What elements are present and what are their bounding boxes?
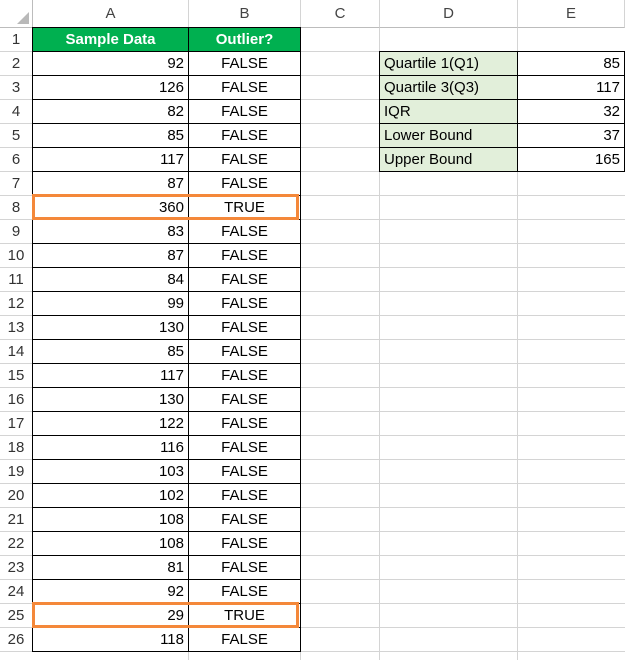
cell-d2-stat-label[interactable]: Quartile 1(Q1) [379, 51, 518, 76]
cell-a10[interactable]: 87 [32, 243, 189, 268]
cell-b24[interactable]: FALSE [188, 579, 301, 604]
cell-b8[interactable]: TRUE [188, 195, 301, 220]
cell-b16[interactable]: FALSE [188, 387, 301, 412]
cell-a12[interactable]: 99 [32, 291, 189, 316]
cell-b22[interactable]: FALSE [188, 531, 301, 556]
row-header-8[interactable]: 8 [0, 196, 33, 220]
cell-b15[interactable]: FALSE [188, 363, 301, 388]
column-header-a[interactable]: A [33, 0, 189, 28]
column-header-c[interactable]: C [301, 0, 380, 28]
cell-a6[interactable]: 117 [32, 147, 189, 172]
column-header-e[interactable]: E [518, 0, 625, 28]
cell-a11[interactable]: 84 [32, 267, 189, 292]
cell-e3-stat-value[interactable]: 117 [517, 75, 625, 100]
row-header-22[interactable]: 22 [0, 532, 33, 556]
cell-a5[interactable]: 85 [32, 123, 189, 148]
row-header-19[interactable]: 19 [0, 460, 33, 484]
cell-b1-outlier-header[interactable]: Outlier? [188, 27, 301, 52]
cell-a8[interactable]: 360 [32, 195, 189, 220]
row-header-26[interactable]: 26 [0, 628, 33, 652]
row-header-13[interactable]: 13 [0, 316, 33, 340]
cell-b14[interactable]: FALSE [188, 339, 301, 364]
spreadsheet: ABCDE 1 2 3 4 5 6 7 8 9 10 11 12 13 14 15 16 17 18 19 20 21 2… [0, 0, 625, 660]
cell-b11[interactable]: FALSE [188, 267, 301, 292]
cell-a23[interactable]: 81 [32, 555, 189, 580]
row-header-15[interactable]: 15 [0, 364, 33, 388]
row-header-23[interactable]: 23 [0, 556, 33, 580]
row-header-6[interactable]: 6 [0, 148, 33, 172]
column-header-b[interactable]: B [189, 0, 301, 28]
cell-b13[interactable]: FALSE [188, 315, 301, 340]
cell-b12[interactable]: FALSE [188, 291, 301, 316]
row-header-11[interactable]: 11 [0, 268, 33, 292]
cell-a7[interactable]: 87 [32, 171, 189, 196]
cell-a15[interactable]: 117 [32, 363, 189, 388]
row-header-14[interactable]: 14 [0, 340, 33, 364]
select-all-corner[interactable] [0, 0, 33, 28]
cell-b3[interactable]: FALSE [188, 75, 301, 100]
cell-a18[interactable]: 116 [32, 435, 189, 460]
cell-a4[interactable]: 82 [32, 99, 189, 124]
cell-a13[interactable]: 130 [32, 315, 189, 340]
cell-e6-stat-value[interactable]: 165 [517, 147, 625, 172]
cell-b17[interactable]: FALSE [188, 411, 301, 436]
cell-a20[interactable]: 102 [32, 483, 189, 508]
cell-b18[interactable]: FALSE [188, 435, 301, 460]
row-header-10[interactable]: 10 [0, 244, 33, 268]
cell-a2[interactable]: 92 [32, 51, 189, 76]
cell-d6-stat-label[interactable]: Upper Bound [379, 147, 518, 172]
cell-a22[interactable]: 108 [32, 531, 189, 556]
cell-a9[interactable]: 83 [32, 219, 189, 244]
column-header-d[interactable]: D [380, 0, 518, 28]
row-header-25[interactable]: 25 [0, 604, 33, 628]
row-header-9[interactable]: 9 [0, 220, 33, 244]
cell-e2-stat-value[interactable]: 85 [517, 51, 625, 76]
row-header-16[interactable]: 16 [0, 388, 33, 412]
cell-d5-stat-label[interactable]: Lower Bound [379, 123, 518, 148]
row-header-2[interactable]: 2 [0, 52, 33, 76]
row-header-7[interactable]: 7 [0, 172, 33, 196]
cell-d4-stat-label[interactable]: IQR [379, 99, 518, 124]
row-header-12[interactable]: 12 [0, 292, 33, 316]
cell-b2[interactable]: FALSE [188, 51, 301, 76]
cell-a1-sample-data-header[interactable]: Sample Data [32, 27, 189, 52]
row-header-17[interactable]: 17 [0, 412, 33, 436]
cell-e4-stat-value[interactable]: 32 [517, 99, 625, 124]
cell-b5[interactable]: FALSE [188, 123, 301, 148]
cell-b25[interactable]: TRUE [188, 603, 301, 628]
cell-b9[interactable]: FALSE [188, 219, 301, 244]
cell-a17[interactable]: 122 [32, 411, 189, 436]
row-header-20[interactable]: 20 [0, 484, 33, 508]
cell-b19[interactable]: FALSE [188, 459, 301, 484]
cell-a26[interactable]: 118 [32, 627, 189, 652]
cell-b21[interactable]: FALSE [188, 507, 301, 532]
row-header-21[interactable]: 21 [0, 508, 33, 532]
cell-b6[interactable]: FALSE [188, 147, 301, 172]
row-header-24[interactable]: 24 [0, 580, 33, 604]
cell-b23[interactable]: FALSE [188, 555, 301, 580]
cell-a25[interactable]: 29 [32, 603, 189, 628]
select-all-triangle-icon [17, 12, 29, 24]
cell-b10[interactable]: FALSE [188, 243, 301, 268]
cell-b20[interactable]: FALSE [188, 483, 301, 508]
cell-a19[interactable]: 103 [32, 459, 189, 484]
cell-a16[interactable]: 130 [32, 387, 189, 412]
cell-d3-stat-label[interactable]: Quartile 3(Q3) [379, 75, 518, 100]
row-header-4[interactable]: 4 [0, 100, 33, 124]
cell-e5-stat-value[interactable]: 37 [517, 123, 625, 148]
row-header-5[interactable]: 5 [0, 124, 33, 148]
cell-a3[interactable]: 126 [32, 75, 189, 100]
row-header-18[interactable]: 18 [0, 436, 33, 460]
cell-a14[interactable]: 85 [32, 339, 189, 364]
cell-a24[interactable]: 92 [32, 579, 189, 604]
cell-b7[interactable]: FALSE [188, 171, 301, 196]
cell-b26[interactable]: FALSE [188, 627, 301, 652]
row-header-1[interactable]: 1 [0, 28, 33, 52]
cell-b4[interactable]: FALSE [188, 99, 301, 124]
row-header-3[interactable]: 3 [0, 76, 33, 100]
cell-a21[interactable]: 108 [32, 507, 189, 532]
